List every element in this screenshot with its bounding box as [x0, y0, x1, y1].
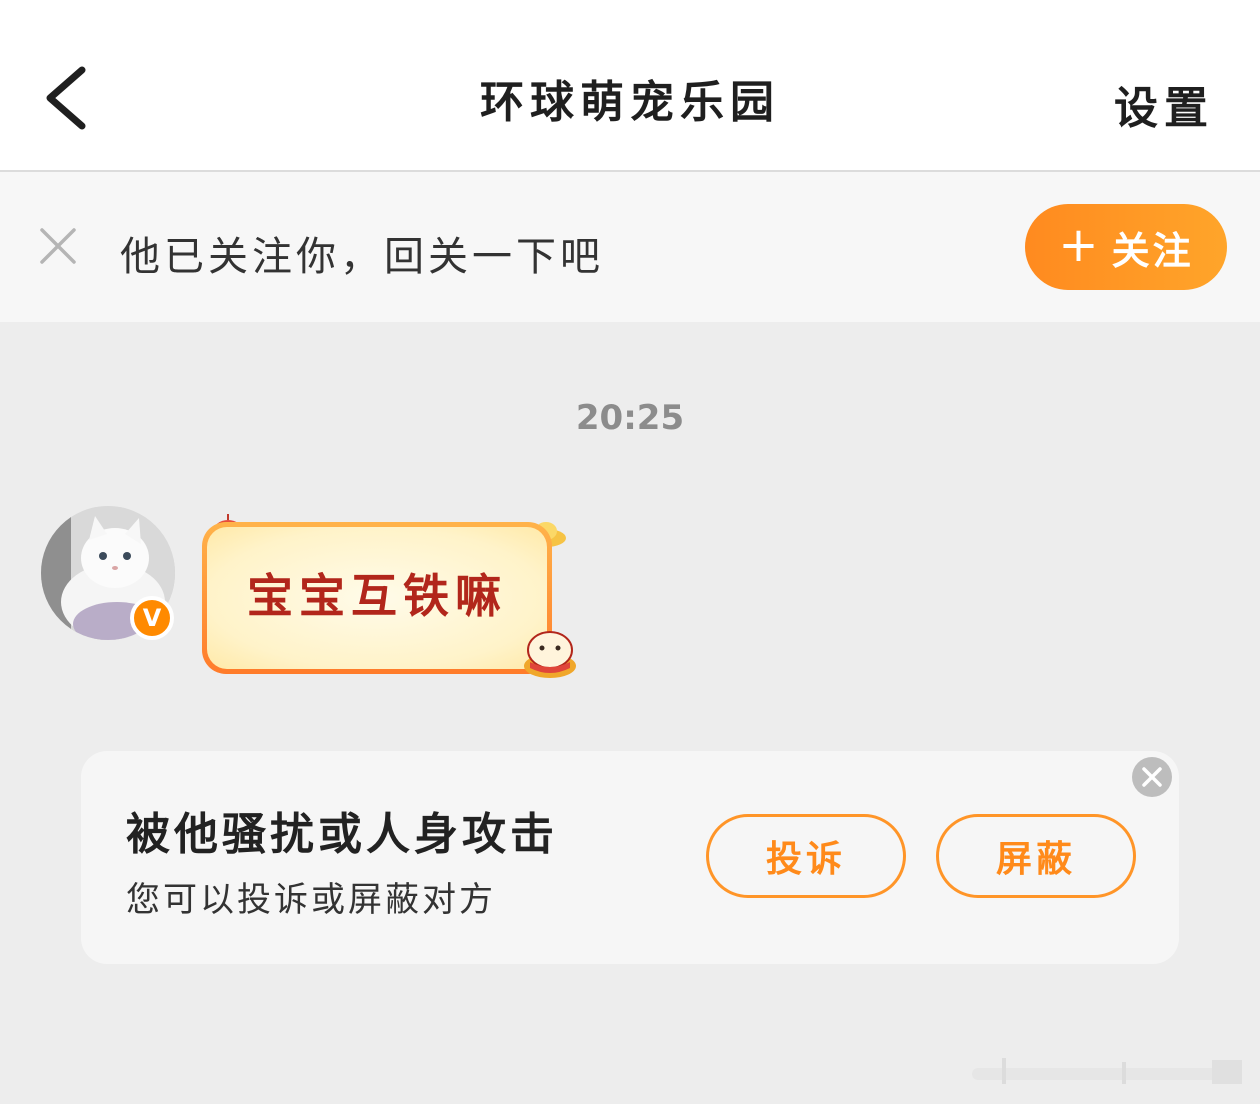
- sticker-background: 宝宝互铁嘛: [207, 527, 547, 669]
- follow-button-label: 关注: [1111, 228, 1194, 273]
- report-card-subtitle: 您可以投诉或屏蔽对方: [126, 880, 496, 920]
- plus-icon: +: [1058, 217, 1102, 273]
- snake-mascot-icon: [524, 631, 576, 678]
- sticker-text: 宝宝互铁嘛: [247, 569, 507, 623]
- complain-button[interactable]: 投诉: [706, 814, 906, 898]
- verified-badge: V: [130, 596, 174, 640]
- follow-button[interactable]: + 关注: [1025, 204, 1227, 290]
- dismiss-report-card-button[interactable]: [1131, 756, 1173, 798]
- close-icon: [40, 228, 76, 264]
- report-card-title: 被他骚扰或人身攻击: [126, 809, 558, 860]
- sticker-frame: 宝宝互铁嘛: [202, 522, 552, 674]
- top-navigation-bar: 环球萌宠乐园 设置: [0, 0, 1260, 172]
- block-button[interactable]: 屏蔽: [936, 814, 1136, 898]
- sticker-message[interactable]: 宝宝互铁嘛: [198, 512, 590, 686]
- watermark-decoration: [972, 1058, 1242, 1084]
- settings-button[interactable]: 设置: [1114, 72, 1214, 136]
- dismiss-banner-button[interactable]: [38, 226, 78, 266]
- close-circle-icon: [1132, 757, 1172, 797]
- follow-back-prompt: 他已关注你，回关一下吧: [120, 234, 604, 280]
- page-title: 环球萌宠乐园: [480, 77, 780, 128]
- message-timestamp: 20:25: [575, 398, 685, 438]
